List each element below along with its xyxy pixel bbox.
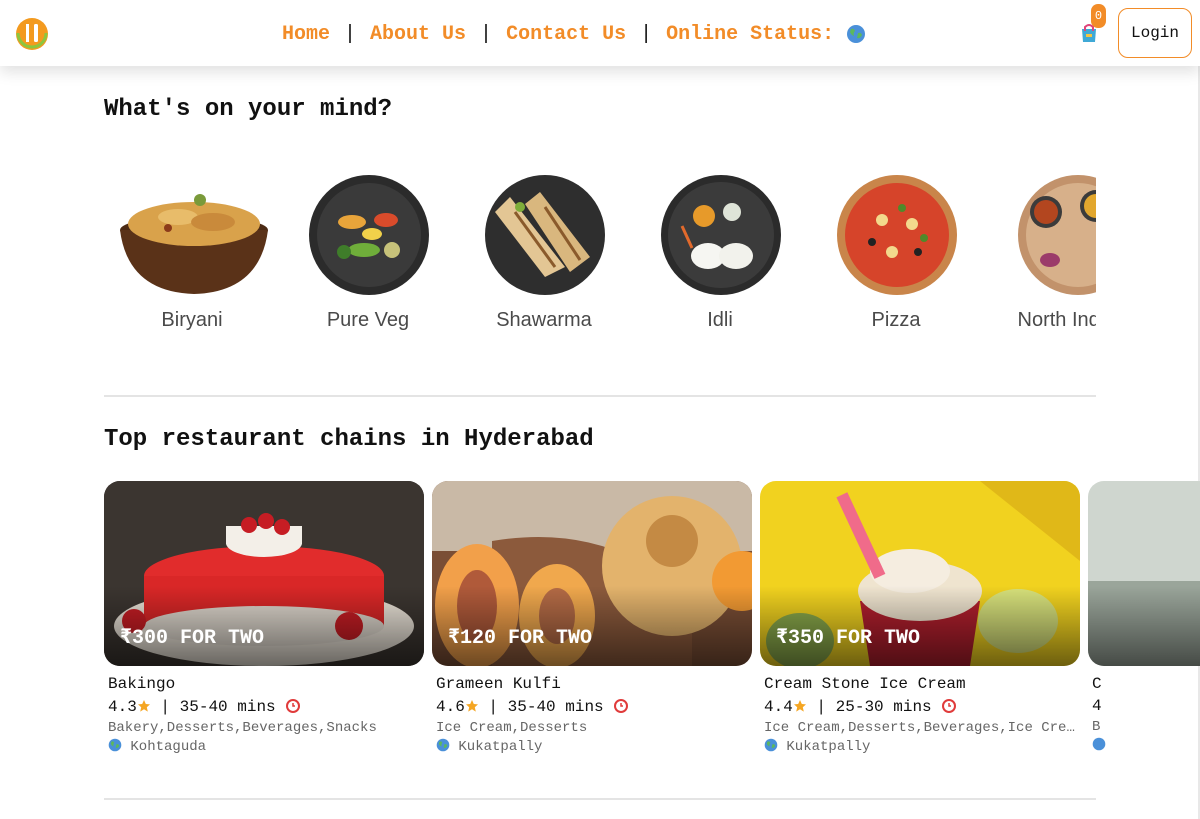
north-indian-image [1018, 175, 1096, 295]
restaurant-image: ₹120 FOR TWO [432, 481, 752, 666]
alarm-clock-icon [614, 699, 629, 713]
restaurant-meta: 4 [1092, 697, 1200, 715]
main-nav: Home | About Us | Contact Us | Online St… [282, 20, 866, 48]
price-for-two: ₹300 FOR TWO [120, 627, 265, 650]
pizza-image [837, 175, 957, 295]
delivery-time: 35-40 mins [507, 698, 604, 716]
rating-value: 4.4 [764, 698, 793, 716]
restaurant-meta: 4.6 | 35-40 mins [436, 697, 752, 716]
rating-value: 4 [1092, 697, 1102, 715]
delivery-time: 35-40 mins [179, 698, 276, 716]
restaurant-area: Kohtaguda [108, 738, 424, 755]
cuisine-item-pure-veg[interactable]: Pure Veg [280, 164, 456, 348]
restaurant-area: Kukatpally [764, 738, 1080, 755]
restaurant-card[interactable]: ₹120 FOR TWO Grameen Kulfi 4.6 | 35-40 m… [432, 481, 752, 771]
restaurant-name: Bakingo [108, 675, 176, 693]
idli-image [661, 175, 781, 295]
restaurant-card[interactable]: C 4 B [1088, 481, 1200, 771]
cuisine-label: Pure Veg [326, 309, 410, 331]
restaurant-image: ₹350 FOR TWO [760, 481, 1080, 666]
pure-veg-image [309, 175, 429, 295]
area-name: Kukatpally [458, 739, 543, 755]
delivery-time: 25-30 mins [835, 698, 932, 716]
section-divider [104, 798, 1096, 800]
area-name: Kukatpally [786, 739, 871, 755]
restaurant-card[interactable]: ₹350 FOR TWO Cream Stone Ice Cream 4.4 |… [760, 481, 1080, 771]
restaurant-cuisines: Bakery,Desserts,Beverages,Snacks [108, 720, 377, 736]
restaurant-meta: 4.3 | 35-40 mins [108, 697, 424, 716]
restaurant-name: Grameen Kulfi [436, 675, 561, 693]
rating-value: 4.3 [108, 698, 137, 716]
nav-separator: | [344, 22, 357, 46]
section-title-mind: What's on your mind? [104, 96, 393, 123]
alarm-clock-icon [942, 699, 957, 713]
cuisine-carousel[interactable]: Biryani Pure Veg Shawarma Idli Pizza Nor… [104, 164, 1096, 348]
site-header: Home | About Us | Contact Us | Online St… [0, 0, 1200, 66]
cuisine-label: Biryani [161, 309, 223, 331]
biryani-image [120, 194, 268, 294]
nav-about-link[interactable]: About Us [370, 23, 466, 46]
meta-separator: | [816, 698, 827, 716]
nav-contact-link[interactable]: Contact Us [506, 23, 626, 46]
restaurant-cuisines: Ice Cream,Desserts,Beverages,Ice Cream C… [764, 720, 1076, 736]
section-title-chains: Top restaurant chains in Hyderabad [104, 426, 594, 453]
image-gradient [1088, 586, 1200, 666]
restaurant-image [1088, 481, 1200, 666]
cuisine-item-biryani[interactable]: Biryani [104, 164, 280, 348]
star-icon [465, 700, 478, 712]
app-logo-icon[interactable] [14, 13, 50, 53]
restaurant-cuisines: Ice Cream,Desserts [436, 720, 588, 736]
nav-home-link[interactable]: Home [282, 23, 330, 46]
login-button[interactable]: Login [1118, 8, 1192, 58]
section-divider [104, 395, 1096, 397]
cuisine-label: North Indian [1017, 309, 1096, 331]
restaurant-name: C [1092, 675, 1102, 693]
meta-separator: | [160, 698, 171, 716]
alarm-clock-icon [286, 699, 301, 713]
restaurant-area: Kukatpally [436, 738, 752, 755]
rating-value: 4.6 [436, 698, 465, 716]
area-name: Kohtaguda [130, 739, 207, 755]
shawarma-image [485, 175, 605, 295]
meta-separator: | [488, 698, 499, 716]
cuisine-item-pizza[interactable]: Pizza [808, 164, 984, 348]
cuisine-label: Shawarma [496, 309, 592, 331]
star-icon [793, 700, 806, 712]
restaurant-carousel[interactable]: ₹300 FOR TWO Bakingo 4.3 | 35-40 mins Ba… [104, 481, 1200, 771]
cuisine-label: Idli [707, 309, 733, 331]
online-status-label: Online Status: [666, 22, 835, 46]
cuisine-item-idli[interactable]: Idli [632, 164, 808, 348]
price-for-two: ₹350 FOR TWO [776, 627, 921, 650]
globe-icon [108, 738, 122, 752]
cuisine-label: Pizza [871, 309, 921, 331]
restaurant-name: Cream Stone Ice Cream [764, 675, 966, 693]
globe-icon [847, 25, 866, 43]
globe-icon [436, 738, 450, 752]
restaurant-card[interactable]: ₹300 FOR TWO Bakingo 4.3 | 35-40 mins Ba… [104, 481, 424, 771]
nav-separator: | [480, 22, 493, 46]
restaurant-area [1092, 737, 1200, 754]
globe-icon [1092, 737, 1106, 751]
nav-separator: | [640, 22, 653, 46]
cuisine-item-shawarma[interactable]: Shawarma [456, 164, 632, 348]
globe-icon [764, 738, 778, 752]
restaurant-meta: 4.4 | 25-30 mins [764, 697, 1080, 716]
cuisine-item-north-indian[interactable]: North Indian [984, 164, 1096, 348]
restaurant-image: ₹300 FOR TWO [104, 481, 424, 666]
star-icon [137, 700, 150, 712]
price-for-two: ₹120 FOR TWO [448, 627, 593, 650]
restaurant-cuisines: B [1092, 719, 1101, 735]
cart-count-badge: 0 [1091, 4, 1106, 28]
